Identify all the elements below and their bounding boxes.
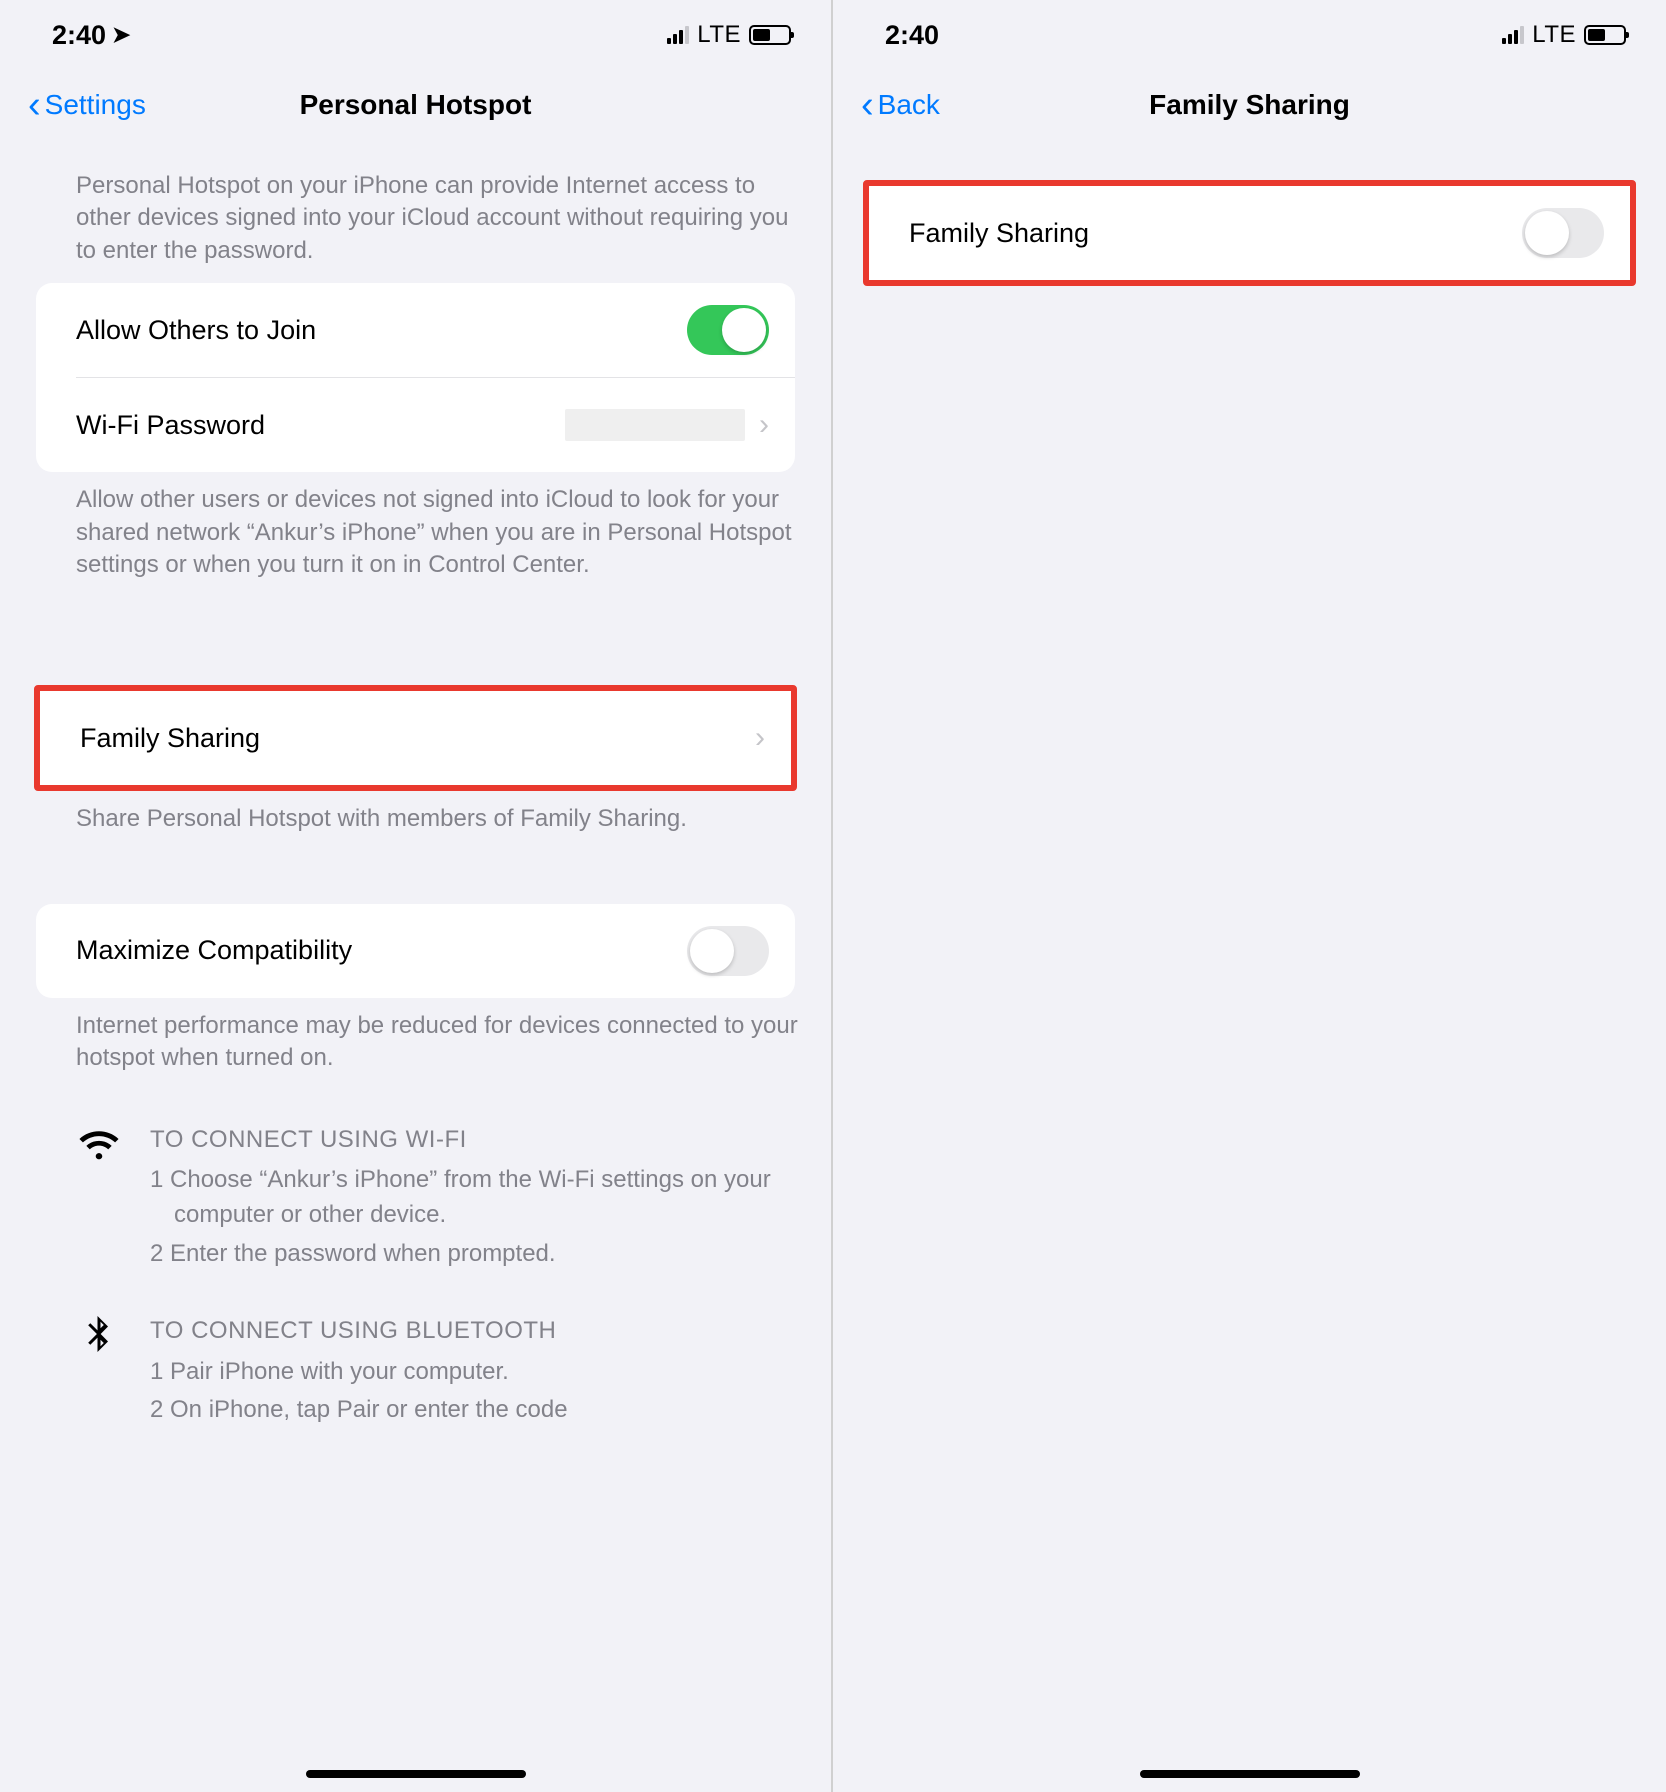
signal-icon (1502, 26, 1524, 44)
row-maximize-compat[interactable]: Maximize Compatibility (36, 904, 795, 998)
bluetooth-icon (76, 1314, 122, 1359)
back-label: Settings (45, 89, 146, 121)
row-wifi-password[interactable]: Wi-Fi Password › (36, 378, 795, 472)
instructions-wifi: TO CONNECT USING WI-FI 1 Choose “Ankur’s… (0, 1095, 831, 1286)
row-allow-others[interactable]: Allow Others to Join (36, 283, 795, 377)
wifi-password-label: Wi-Fi Password (76, 410, 265, 441)
chevron-left-icon: ‹ (861, 86, 874, 124)
instructions-bt-text: TO CONNECT USING BLUETOOTH 1 Pair iPhone… (150, 1314, 799, 1432)
home-indicator[interactable] (306, 1770, 526, 1778)
status-time: 2:40 (885, 20, 939, 51)
allow-others-label: Allow Others to Join (76, 315, 316, 346)
battery-icon (749, 25, 791, 45)
home-indicator[interactable] (1140, 1770, 1360, 1778)
family-sharing-toggle[interactable] (1522, 208, 1604, 258)
page-title: Family Sharing (833, 89, 1666, 121)
screen-family-sharing-detail: 2:40 LTE ‹ Back Family Sharing Family Sh… (833, 0, 1666, 1792)
instructions-bt-step1: 1 Pair iPhone with your computer. (150, 1355, 799, 1390)
status-left: 2:40 (885, 20, 939, 51)
status-bar: 2:40 LTE (833, 0, 1666, 70)
row-family-sharing-toggle[interactable]: Family Sharing (869, 186, 1630, 280)
chevron-left-icon: ‹ (28, 86, 41, 124)
chevron-right-icon: › (759, 408, 769, 442)
status-right: LTE (1502, 21, 1626, 49)
instructions-bt-step2: 2 On iPhone, tap Pair or enter the code (150, 1393, 799, 1428)
row-family-sharing[interactable]: Family Sharing › (40, 691, 791, 785)
instructions-bluetooth: TO CONNECT USING BLUETOOTH 1 Pair iPhone… (0, 1286, 831, 1442)
nav-header: ‹ Back Family Sharing (833, 70, 1666, 140)
instructions-wifi-step1: 1 Choose “Ankur’s iPhone” from the Wi-Fi… (150, 1163, 799, 1233)
highlight-family-sharing: Family Sharing › (34, 685, 797, 791)
instructions-wifi-step2: 2 Enter the password when prompted. (150, 1237, 799, 1272)
wifi-password-value-area: › (565, 408, 769, 442)
battery-icon (1584, 25, 1626, 45)
nav-header: ‹ Settings Personal Hotspot (0, 70, 831, 140)
maximize-compat-label: Maximize Compatibility (76, 935, 352, 966)
network-type: LTE (697, 21, 741, 49)
chevron-right-icon: › (755, 721, 765, 755)
status-left: 2:40 ➤ (52, 20, 130, 51)
family-sharing-desc: Share Personal Hotspot with members of F… (0, 791, 831, 855)
intro-text: Personal Hotspot on your iPhone can prov… (0, 154, 831, 283)
screen-personal-hotspot: 2:40 ➤ LTE ‹ Settings Personal Hotspot P… (0, 0, 833, 1792)
location-icon: ➤ (112, 22, 130, 48)
back-button[interactable]: ‹ Settings (28, 86, 146, 124)
instructions-wifi-text: TO CONNECT USING WI-FI 1 Choose “Ankur’s… (150, 1123, 799, 1276)
status-time: 2:40 (52, 20, 106, 51)
status-bar: 2:40 ➤ LTE (0, 0, 831, 70)
back-button[interactable]: ‹ Back (861, 86, 940, 124)
allow-others-desc: Allow other users or devices not signed … (0, 472, 831, 601)
status-right: LTE (667, 21, 791, 49)
group-allow-others: Allow Others to Join Wi-Fi Password › (36, 283, 795, 472)
wifi-password-value (565, 409, 745, 441)
maximize-compat-toggle[interactable] (687, 926, 769, 976)
allow-others-toggle[interactable] (687, 305, 769, 355)
family-sharing-label: Family Sharing (80, 723, 260, 754)
highlight-family-sharing-toggle: Family Sharing (863, 180, 1636, 286)
back-label: Back (878, 89, 940, 121)
wifi-icon (76, 1123, 122, 1168)
maximize-compat-desc: Internet performance may be reduced for … (0, 998, 831, 1095)
instructions-wifi-title: TO CONNECT USING WI-FI (150, 1123, 799, 1158)
instructions-bt-title: TO CONNECT USING BLUETOOTH (150, 1314, 799, 1349)
family-sharing-label: Family Sharing (909, 218, 1089, 249)
signal-icon (667, 26, 689, 44)
network-type: LTE (1532, 21, 1576, 49)
group-maximize-compat: Maximize Compatibility (36, 904, 795, 998)
